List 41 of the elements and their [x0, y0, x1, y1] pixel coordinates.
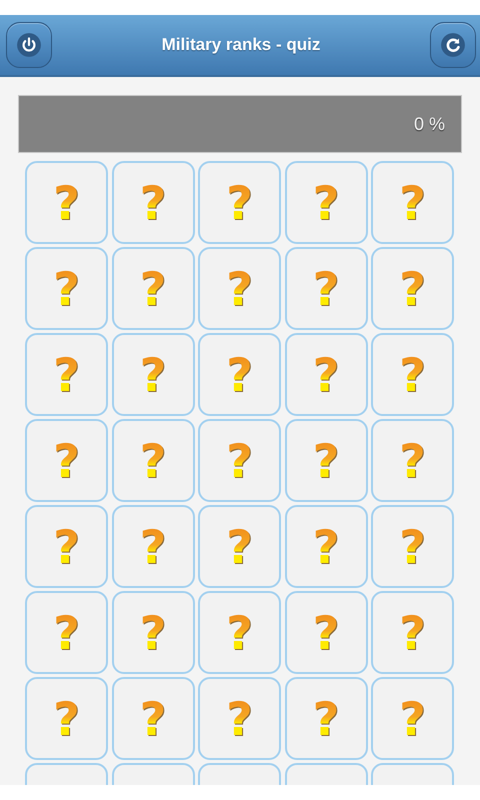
quiz-card[interactable]: ? — [284, 591, 368, 674]
quiz-card[interactable]: ? — [112, 677, 194, 760]
quiz-card[interactable]: ? — [112, 333, 194, 416]
quiz-card[interactable]: ? — [25, 161, 108, 244]
quiz-card[interactable]: ? — [284, 677, 368, 760]
quiz-card[interactable]: ? — [25, 677, 108, 760]
quiz-card[interactable]: ? — [284, 333, 368, 416]
quiz-card[interactable]: ? — [25, 333, 108, 416]
quiz-card[interactable]: ? — [112, 247, 194, 330]
quiz-card[interactable]: ? — [284, 161, 368, 244]
quiz-card[interactable]: ? — [112, 505, 194, 588]
quiz-card[interactable]: ? — [25, 505, 108, 588]
quiz-card[interactable]: ? — [371, 591, 454, 674]
quiz-card[interactable]: ? — [198, 591, 281, 674]
quiz-card[interactable]: ? — [371, 677, 454, 760]
quiz-card[interactable]: ? — [112, 161, 194, 244]
quiz-card[interactable]: ? — [198, 419, 281, 502]
app-title: Military ranks - quiz — [162, 35, 320, 55]
quiz-card[interactable]: ? — [198, 247, 281, 330]
refresh-button[interactable] — [430, 22, 476, 68]
quiz-card[interactable]: ? — [25, 591, 108, 674]
quiz-card[interactable]: ? — [112, 419, 194, 502]
quiz-card[interactable]: ? — [371, 419, 454, 502]
power-button[interactable] — [6, 22, 52, 68]
quiz-card[interactable]: ? — [198, 677, 281, 760]
progress-reading: 0 % — [414, 114, 445, 134]
quiz-card[interactable]: ? — [112, 591, 194, 674]
quiz-card[interactable]: ? — [25, 247, 108, 330]
quiz-card[interactable]: ? — [25, 419, 108, 502]
quiz-card[interactable]: ? — [371, 505, 454, 588]
quiz-card[interactable]: ? — [198, 333, 281, 416]
quiz-card[interactable]: ? — [371, 161, 454, 244]
quiz-card[interactable]: ? — [284, 419, 368, 502]
power-icon — [16, 32, 42, 58]
quiz-card[interactable]: ? — [371, 333, 454, 416]
quiz-card[interactable]: ? — [371, 247, 454, 330]
quiz-card[interactable]: ? — [284, 247, 368, 330]
quiz-card[interactable]: ? — [284, 505, 368, 588]
quiz-card[interactable]: ? — [198, 161, 281, 244]
refresh-icon — [440, 32, 466, 58]
quiz-card[interactable]: ? — [198, 505, 281, 588]
